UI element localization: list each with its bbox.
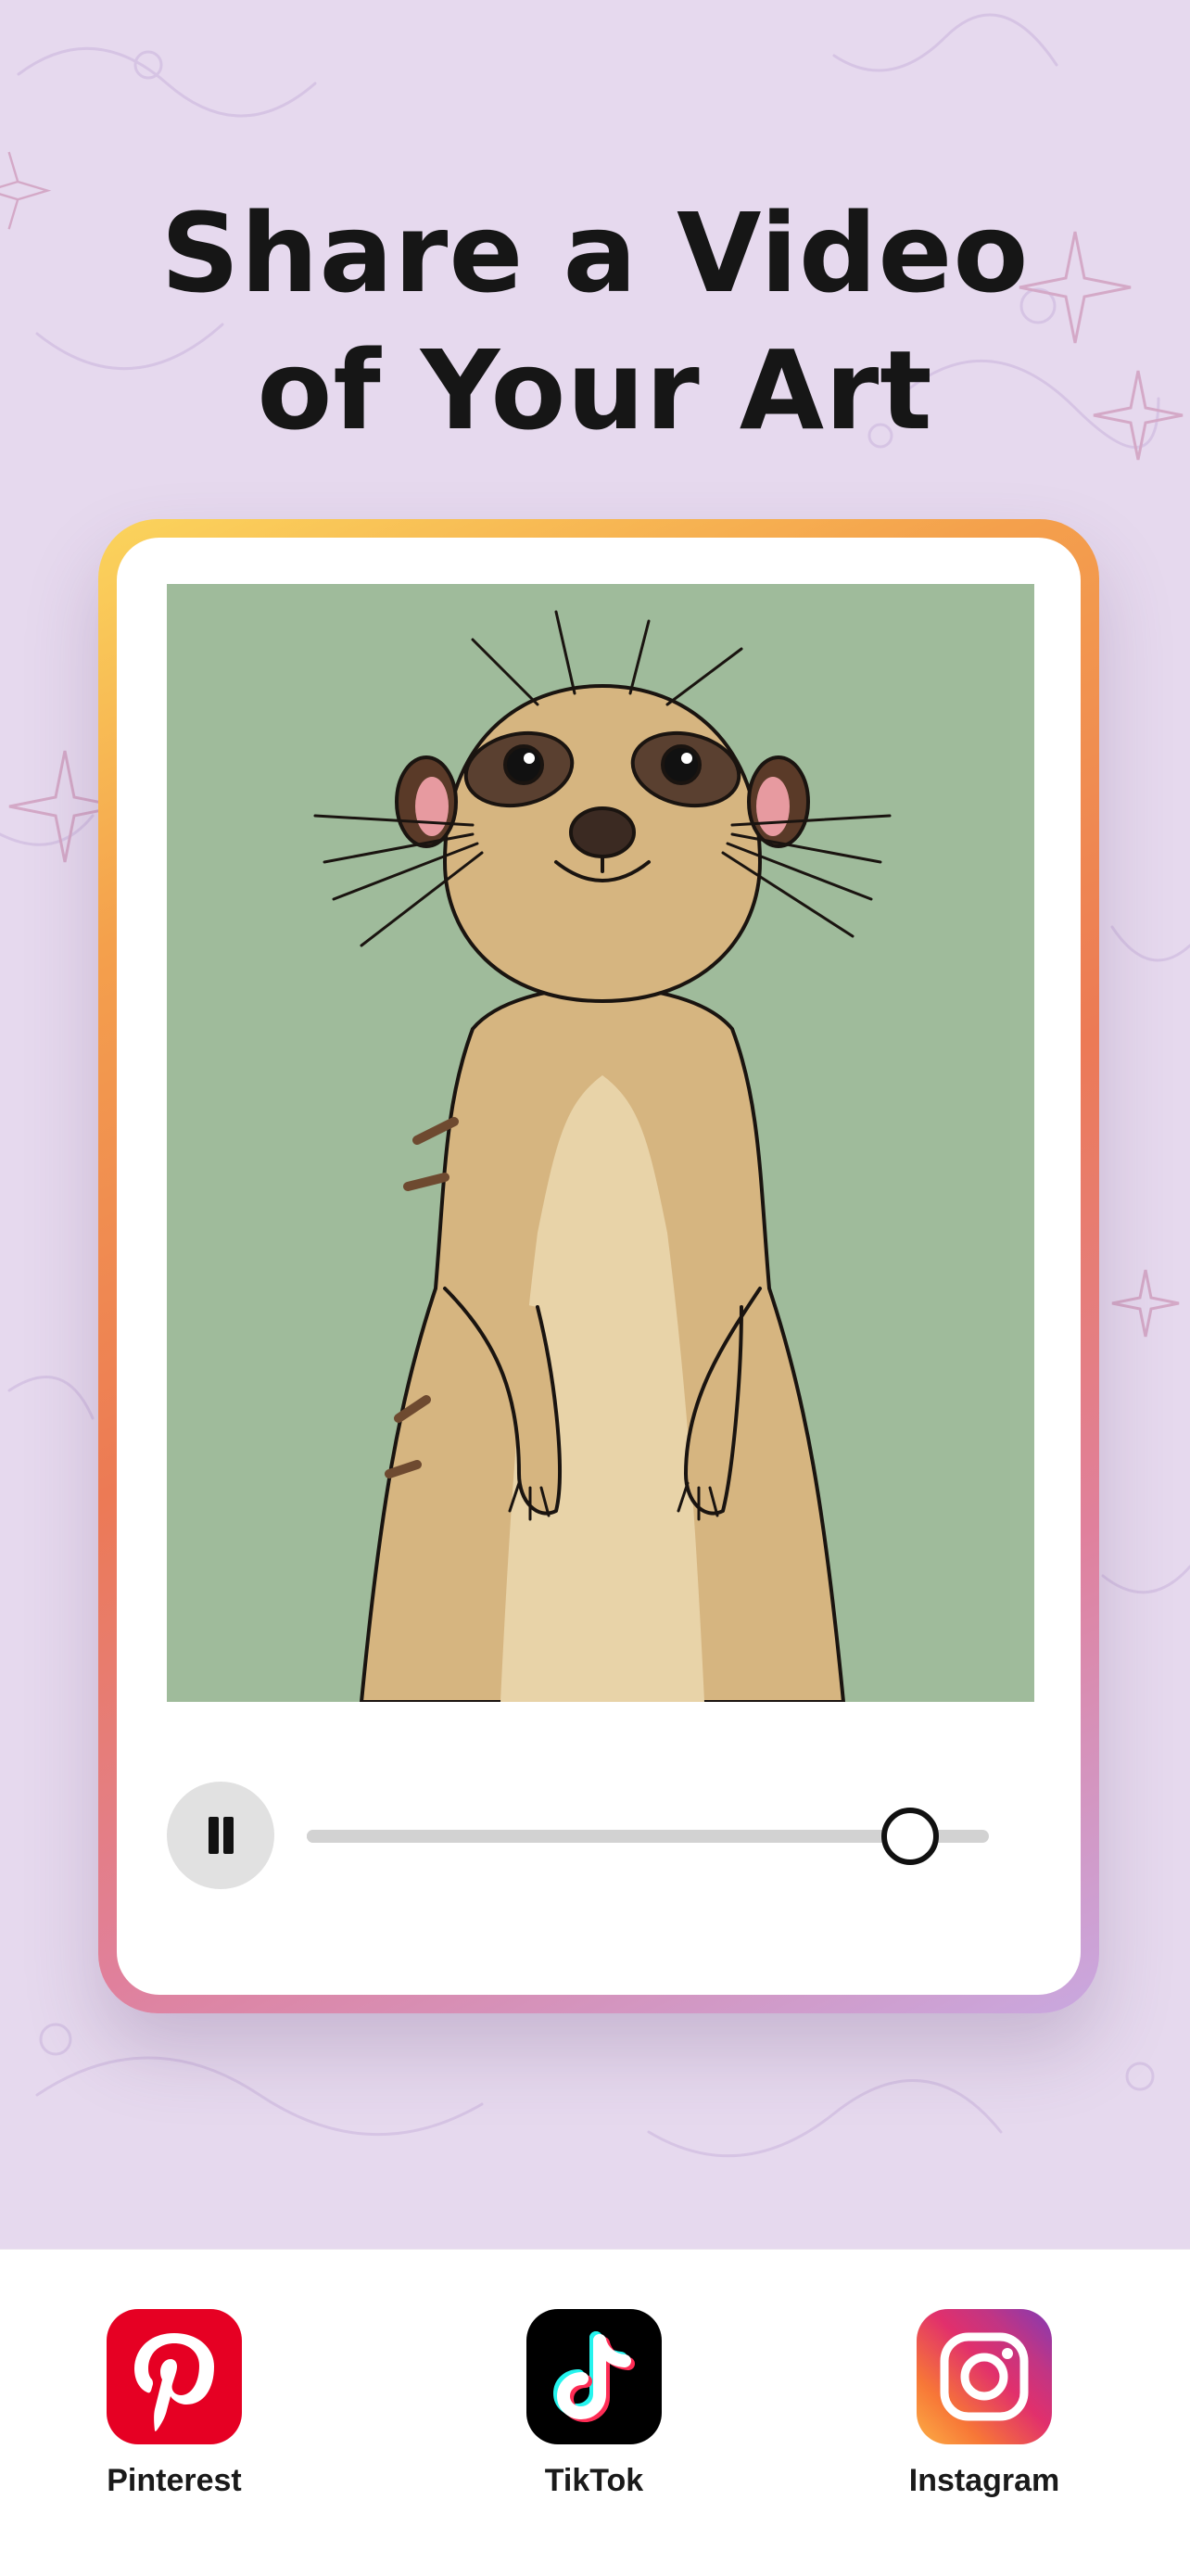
- share-bar: Pinterest TikTok Instagram: [0, 2249, 1190, 2576]
- video-artwork[interactable]: [167, 584, 1034, 1702]
- share-pinterest-button[interactable]: Pinterest: [63, 2309, 285, 2499]
- pinterest-icon: [107, 2309, 242, 2444]
- share-tiktok-button[interactable]: TikTok: [483, 2309, 705, 2499]
- playback-controls: [117, 1761, 1081, 1891]
- share-instagram-button[interactable]: Instagram: [873, 2309, 1095, 2499]
- page-title: Share a Video of Your Art: [0, 184, 1190, 459]
- seek-bar-thumb[interactable]: [881, 1808, 939, 1865]
- seek-bar-fill: [307, 1830, 907, 1843]
- instagram-icon: [917, 2309, 1052, 2444]
- share-pinterest-label: Pinterest: [107, 2463, 242, 2498]
- share-instagram-label: Instagram: [908, 2463, 1060, 2498]
- seek-bar[interactable]: [307, 1808, 989, 1865]
- page-title-line-2: of Your Art: [257, 326, 933, 455]
- pause-button[interactable]: [167, 1782, 274, 1889]
- share-tiktok-label: TikTok: [544, 2463, 644, 2498]
- video-player-card: [117, 538, 1081, 1995]
- page-title-line-1: Share a Video: [160, 189, 1030, 318]
- tiktok-icon: [526, 2309, 662, 2444]
- meerkat-illustration: [313, 610, 892, 1702]
